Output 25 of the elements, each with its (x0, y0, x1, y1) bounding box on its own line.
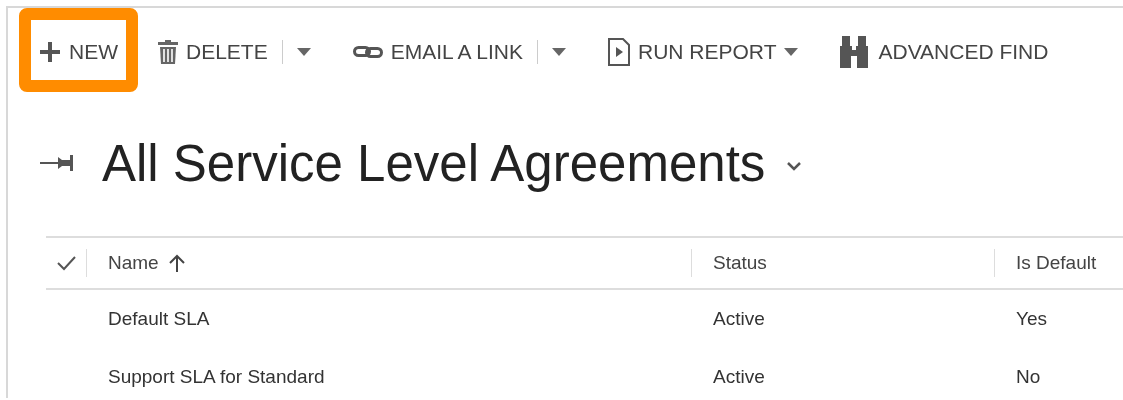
toolbar-button[interactable]: ADVANCED FIND (832, 26, 1055, 78)
column-header[interactable]: Is Default (1016, 252, 1097, 274)
link-icon (352, 44, 383, 60)
toolbar-button[interactable]: EMAIL A LINK (346, 30, 529, 74)
table-cell: Support SLA for Standard (108, 366, 325, 387)
toolbar-button[interactable]: RUN REPORT (602, 28, 805, 76)
caret-icon (296, 48, 311, 56)
plus-icon (39, 41, 61, 63)
view-title: All Service Level Agreements (102, 133, 766, 193)
table-cell: Active (713, 308, 765, 329)
chevron-down-icon[interactable] (787, 161, 802, 171)
binoculars-icon (838, 36, 871, 68)
table-cell: No (1016, 366, 1041, 387)
table-cell: Default SLA (108, 308, 210, 329)
caret-icon (552, 48, 566, 56)
toolbar-button[interactable]: DELETE (152, 30, 274, 74)
select-all-checkmark-icon[interactable] (56, 255, 76, 271)
document-play-icon (608, 38, 630, 66)
table-cell: Yes (1016, 308, 1047, 329)
table-cell: Active (713, 366, 765, 387)
column-header[interactable]: Status (713, 252, 767, 274)
trash-icon (158, 40, 178, 64)
column-header[interactable]: Name (108, 252, 159, 274)
toolbar-button[interactable]: NEW (33, 30, 124, 74)
pin-icon[interactable] (40, 154, 74, 172)
